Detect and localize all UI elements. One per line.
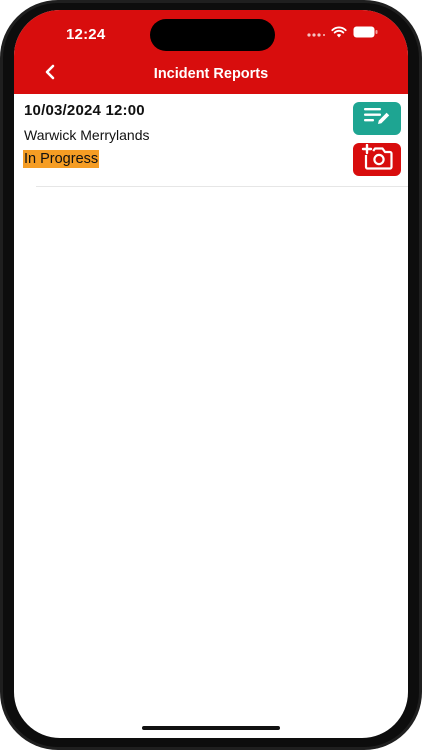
- report-datetime: 10/03/2024 12:00: [24, 102, 145, 119]
- status-bar-icons: [307, 26, 378, 42]
- phone-canvas: 12:24 Incident Reports 10/03/2024 12:00 …: [0, 0, 422, 750]
- list-item[interactable]: 10/03/2024 12:00 Warwick Merrylands In P…: [14, 94, 408, 187]
- dynamic-island: [150, 19, 275, 51]
- status-badge: In Progress: [23, 150, 100, 168]
- battery-icon: [353, 25, 378, 43]
- status-bar-time: 12:24: [66, 26, 106, 43]
- add-photo-button[interactable]: [353, 143, 401, 176]
- app-header: 12:24 Incident Reports: [14, 10, 408, 94]
- home-indicator: [142, 726, 280, 730]
- edit-report-button[interactable]: [353, 102, 401, 135]
- add-photo-icon: [360, 143, 394, 175]
- signal-dots-icon: [307, 25, 325, 43]
- report-location: Warwick Merrylands: [24, 127, 150, 143]
- incident-report-list: 10/03/2024 12:00 Warwick Merrylands In P…: [14, 94, 408, 187]
- page-title: Incident Reports: [153, 66, 269, 82]
- list-divider: [36, 186, 408, 187]
- app-screen: 12:24 Incident Reports 10/03/2024 12:00 …: [14, 10, 408, 738]
- wifi-icon: [331, 25, 347, 43]
- edit-note-icon: [362, 105, 392, 132]
